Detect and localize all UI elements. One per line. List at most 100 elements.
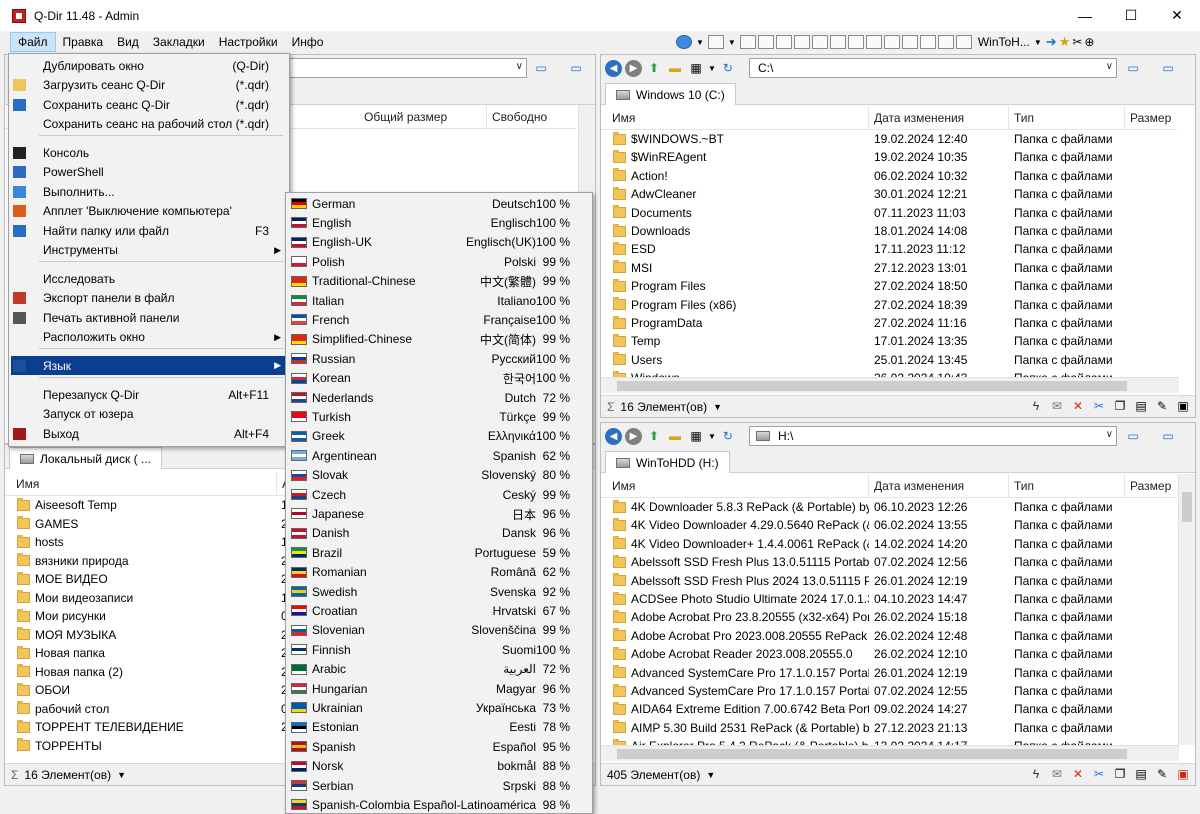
- layout-9-icon[interactable]: [865, 35, 882, 49]
- forward-icon[interactable]: ▶: [625, 59, 642, 77]
- layout-8-icon[interactable]: [847, 35, 864, 49]
- copy-icon[interactable]: ❐: [1112, 766, 1128, 782]
- col-size[interactable]: Размер: [1125, 106, 1181, 130]
- table-row[interactable]: ProgramData 27.02.2024 11:16 Папка с файла…: [601, 314, 1177, 332]
- table-row[interactable]: AIMP 5.30 Build 2531 RePack (& Portable)…: [601, 719, 1177, 737]
- file-menu-item[interactable]: Инструменты ▶: [11, 241, 287, 260]
- file-menu-item[interactable]: Запуск от юзера: [11, 405, 287, 424]
- language-item[interactable]: Spanish Español 95 %: [288, 737, 590, 756]
- tools-icon[interactable]: ✂: [1072, 35, 1082, 49]
- col-total-size[interactable]: Общий размер: [359, 105, 487, 129]
- menu-bookmarks[interactable]: Закладки: [146, 32, 212, 52]
- table-row[interactable]: AIDA64 Extreme Edition 7.00.6742 Beta Po…: [601, 700, 1177, 718]
- file-menu-item[interactable]: Выполнить...: [11, 182, 287, 201]
- language-item[interactable]: Korean 한국어 100 %: [288, 369, 590, 388]
- table-row[interactable]: Abelssoft SSD Fresh Plus 13.0.51115 Port…: [601, 553, 1177, 571]
- star-icon[interactable]: ★: [1059, 34, 1071, 50]
- up-icon[interactable]: ⬆: [645, 428, 663, 444]
- minimize-button[interactable]: —: [1062, 0, 1108, 31]
- monitor-2-icon[interactable]: ▭: [1159, 60, 1177, 76]
- layout-14-icon[interactable]: [955, 35, 972, 49]
- zoom-icon[interactable]: ⊕: [1084, 35, 1094, 49]
- file-menu-item[interactable]: Консоль: [11, 143, 287, 162]
- folder-icon[interactable]: ▬: [666, 60, 684, 76]
- language-item[interactable]: Traditional-Chinese 中文(繁體) 99 %: [288, 272, 590, 291]
- address-bar[interactable]: H:\ ∨: [749, 426, 1117, 446]
- menu-info[interactable]: Инфо: [285, 32, 331, 52]
- table-row[interactable]: Program Files 27.02.2024 18:50 Папка с фай…: [601, 277, 1177, 295]
- table-row[interactable]: 4K Video Downloader+ 1.4.4.0061 RePack (…: [601, 535, 1177, 553]
- monitor-icon[interactable]: ▭: [1124, 60, 1142, 76]
- language-item[interactable]: Russian Русский 100 %: [288, 349, 590, 368]
- menu-edit[interactable]: Правка: [56, 32, 111, 52]
- language-item[interactable]: Spanish-Colombia Español-Latinoamérica 98 …: [288, 795, 590, 814]
- layout-2-icon[interactable]: [739, 35, 756, 49]
- menu-file[interactable]: Файл: [10, 32, 56, 52]
- vertical-scrollbar[interactable]: [1178, 474, 1195, 745]
- language-item[interactable]: Romanian Română 62 %: [288, 563, 590, 582]
- language-item[interactable]: Hungarian Magyar 96 %: [288, 679, 590, 698]
- table-row[interactable]: Temp 17.01.2024 13:35 Папка с файлами: [601, 332, 1177, 350]
- paste-icon[interactable]: ▤: [1133, 766, 1149, 782]
- scroll-thumb[interactable]: [617, 749, 1127, 759]
- mail-icon[interactable]: ✉: [1049, 766, 1065, 782]
- tab-windows-c[interactable]: Windows 10 (C:): [605, 83, 736, 105]
- table-row[interactable]: Program Files (x86) 27.02.2024 18:39 Папка…: [601, 296, 1177, 314]
- close-button[interactable]: ✕: [1154, 0, 1200, 31]
- app-icon[interactable]: [12, 8, 26, 23]
- language-item[interactable]: Slovak Slovenský 80 %: [288, 466, 590, 485]
- language-item[interactable]: Argentinean Spanish 62 %: [288, 446, 590, 465]
- language-item[interactable]: Danish Dansk 96 %: [288, 524, 590, 543]
- back-icon[interactable]: ◀: [605, 427, 622, 445]
- file-menu-item[interactable]: Язык ▶: [11, 356, 287, 375]
- table-row[interactable]: 4K Downloader 5.8.3 RePack (& Portable) …: [601, 498, 1177, 516]
- chevron-down-icon[interactable]: ∨: [1106, 61, 1113, 72]
- folder-icon[interactable]: ▬: [666, 428, 684, 444]
- table-row[interactable]: Adobe Acrobat Pro 2023.008.20555 RePack …: [601, 627, 1177, 645]
- drive-selector-label[interactable]: WinToH...: [978, 35, 1030, 49]
- file-menu-item[interactable]: Выход Alt+F4: [11, 424, 287, 443]
- language-item[interactable]: Arabic العربية 72 %: [288, 660, 590, 679]
- language-item[interactable]: Polish Polski 99 %: [288, 252, 590, 271]
- table-row[interactable]: Abelssoft SSD Fresh Plus 2024 13.0.51115…: [601, 572, 1177, 590]
- chevron-down-icon[interactable]: ▼: [713, 402, 722, 412]
- col-modified[interactable]: Дата изменения: [869, 474, 1009, 498]
- language-item[interactable]: Japanese 日本 96 %: [288, 504, 590, 523]
- layout-10-icon[interactable]: [883, 35, 900, 49]
- copy-icon[interactable]: ❐: [1112, 398, 1128, 414]
- layout-icon[interactable]: [707, 35, 724, 49]
- monitor-icon[interactable]: ▭: [1124, 428, 1142, 444]
- file-menu-item[interactable]: Сохранить сеанс на рабочий стол (*.qdr): [11, 115, 287, 134]
- table-row[interactable]: 4K Video Downloader 4.29.0.5640 RePack (…: [601, 516, 1177, 534]
- arrow-icon[interactable]: ➜: [1046, 34, 1057, 50]
- table-row[interactable]: Downloads 18.01.2024 14:08 Папка с файлами: [601, 222, 1177, 240]
- scroll-thumb[interactable]: [617, 381, 1127, 391]
- chevron-down-icon[interactable]: ▼: [706, 770, 715, 780]
- menu-view[interactable]: Вид: [110, 32, 146, 52]
- table-row[interactable]: Advanced SystemCare Pro 17.1.0.157 Porta…: [601, 664, 1177, 682]
- maximize-button[interactable]: ☐: [1108, 0, 1154, 31]
- language-item[interactable]: Ukrainian Українська 73 %: [288, 698, 590, 717]
- chevron-down-icon[interactable]: ∨: [1106, 429, 1113, 440]
- language-item[interactable]: Turkish Türkçe 99 %: [288, 407, 590, 426]
- table-row[interactable]: AdwCleaner 30.01.2024 12:21 Папка с файлам…: [601, 185, 1177, 203]
- col-name[interactable]: Имя: [607, 106, 869, 130]
- col-name[interactable]: Имя: [607, 474, 869, 498]
- table-row[interactable]: Advanced SystemCare Pro 17.1.0.157 Porta…: [601, 682, 1177, 700]
- layout-4-icon[interactable]: [775, 35, 792, 49]
- col-type[interactable]: Тип: [1009, 474, 1125, 498]
- layout-3-icon[interactable]: [757, 35, 774, 49]
- language-item[interactable]: Italian Italiano 100 %: [288, 291, 590, 310]
- forward-icon[interactable]: ▶: [625, 427, 642, 445]
- file-menu-item[interactable]: Загрузить сеанс Q-Dir (*.qdr): [11, 76, 287, 95]
- layout-5-icon[interactable]: [793, 35, 810, 49]
- table-row[interactable]: MSI 27.12.2023 13:01 Папка с файлами: [601, 259, 1177, 277]
- language-item[interactable]: Brazil Portuguese 59 %: [288, 543, 590, 562]
- file-menu-item[interactable]: Расположить окно ▶: [11, 328, 287, 347]
- file-menu-item[interactable]: Экспорт панели в файл: [11, 289, 287, 308]
- file-menu-item[interactable]: Сохранить сеанс Q-Dir (*.qdr): [11, 95, 287, 114]
- col-name[interactable]: Имя: [11, 472, 277, 496]
- view-icon[interactable]: ▦: [687, 60, 705, 76]
- cut-icon[interactable]: ✂: [1091, 398, 1107, 414]
- language-item[interactable]: Estonian Eesti 78 %: [288, 718, 590, 737]
